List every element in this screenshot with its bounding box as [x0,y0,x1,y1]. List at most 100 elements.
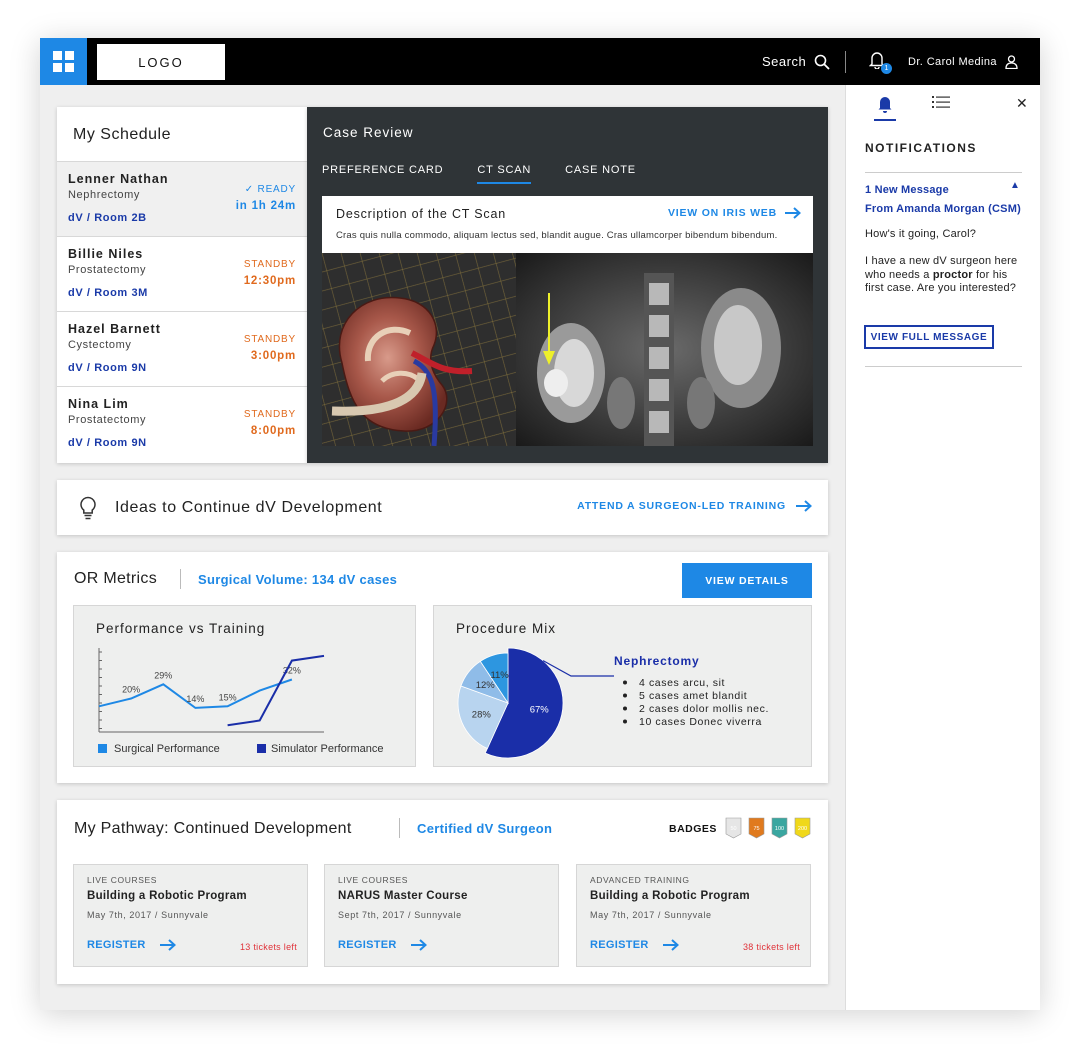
apps-menu-button[interactable] [40,38,87,85]
message-highlight: proctor [932,268,973,281]
schedule-item[interactable]: Billie Niles Prostatectomy dV / Room 3M … [57,236,307,311]
grid-icon [53,51,74,72]
badge-icon[interactable]: 50 [725,817,742,839]
tab-case-note[interactable]: CASE NOTE [565,164,636,184]
chevron-up-icon[interactable]: ▲ [1010,180,1020,191]
pie-bullet-item: 2 cases dolor mollis nec. [639,703,769,715]
logo: LOGO [97,44,225,80]
course-type: LIVE COURSES [338,875,409,885]
legend-label-surgical: Surgical Performance [114,743,220,755]
surgical-volume: Surgical Volume: 134 dV cases [198,572,398,587]
tab-notifications[interactable] [874,95,896,121]
notifications-heading: NOTIFICATIONS [865,141,977,155]
course-date: May 7th, 2017 / Sunnyvale [590,910,712,920]
list-icon [932,96,950,108]
pathway-card: My Pathway: Continued Development Certif… [57,800,828,984]
schedule-time: in 1h 24m [235,200,296,212]
bullet-dot [623,680,627,685]
kidney-model-image[interactable] [322,253,516,446]
pie-focus-label: Nephrectomy [614,654,700,668]
ct-images [322,253,813,446]
schedule-title: My Schedule [73,126,171,143]
bullet-dot [623,706,627,711]
pie-bullet-item: 5 cases amet blandit [639,690,747,702]
register-label: REGISTER [590,939,649,951]
room-label: dV / Room 3M [68,287,148,299]
pie-slice-label: 11% [490,670,509,681]
case-review-tabs: PREFERENCE CARD CT SCAN CASE NOTE [322,164,636,184]
user-name: Dr. Carol Medina [908,55,997,68]
ideas-card: Ideas to Continue dV Development ATTEND … [57,480,828,535]
procedure-mix-pie-chart: 67% 28% 12%11% Nephrectomy 4 cases arcu, sit… [457,647,769,759]
divider [865,366,1022,367]
schedule-item[interactable]: Lenner Nathan Nephrectomy dV / Room 2B ✓… [57,161,307,236]
message-sender: From Amanda Morgan (CSM) [865,203,1021,215]
certification-label: Certified dV Surgeon [417,821,553,836]
schedule-item[interactable]: Nina Lim Prostatectomy dV / Room 9N STAN… [57,386,307,461]
user-menu[interactable]: Dr. Carol Medina [908,38,1018,85]
view-on-iris-web-label: VIEW ON IRIS WEB [667,207,777,219]
register-button[interactable]: REGISTER [338,939,427,951]
course-name: Building a Robotic Program [590,890,750,902]
data-label: 14% [186,694,204,704]
tab-list[interactable] [930,95,952,121]
badge-icon[interactable]: 200 [794,817,811,839]
register-button[interactable]: REGISTER [590,939,679,951]
status-badge: STANDBY [243,334,296,345]
room-label: dV / Room 9N [68,437,147,449]
ct-scan-image[interactable] [516,253,813,446]
course-card: ADVANCED TRAINING Building a Robotic Pro… [576,864,811,967]
status-badge: ✓ READY [245,184,296,195]
divider [865,172,1022,173]
badge-label: 75 [753,826,759,832]
tab-ct-scan[interactable]: CT SCAN [477,164,532,184]
schedule-time: 8:00pm [250,425,296,437]
notifications-button[interactable]: 1 [868,51,892,74]
data-label: 15% [219,692,237,702]
bullet-dot [623,719,627,724]
schedule-time: 3:00pm [250,350,296,362]
view-on-iris-web-link[interactable]: VIEW ON IRIS WEB [668,207,801,219]
attend-training-link[interactable]: ATTEND A SURGEON-LED TRAINING [577,500,812,512]
register-label: REGISTER [87,939,146,951]
course-type: LIVE COURSES [87,875,158,885]
badges-label: BADGES [669,823,717,835]
new-message-count: 1 New Message [865,184,949,196]
divider [399,818,400,838]
performance-line-chart: 20%29%14% 15%32%Surgical Performance Simul… [98,648,384,755]
legend-swatch-surgical [98,744,107,753]
arrow-right-icon [785,207,801,219]
badge-icon[interactable]: 75 [748,817,765,839]
arrow-right-icon [796,500,812,512]
course-card: LIVE COURSES NARUS Master Course Sept 7t… [324,864,559,967]
status-badge: STANDBY [243,409,296,420]
performance-chart-panel: Performance vs Training 20% 29% 14% 15% 32% S… [73,605,416,767]
top-bar: LOGO Search 1 Dr. Carol Medina [40,38,1040,85]
badge-label: 100 [775,826,784,832]
pie-bullet-item: 10 cases Donec viverra [639,716,762,728]
schedule-item[interactable]: Hazel Barnett Cystectomy dV / Room 9N ST… [57,311,307,386]
view-full-message-button[interactable]: VIEW FULL MESSAGE [864,325,994,349]
ct-description-body: Cras quis nulla commodo, aliquam lectus … [336,230,778,241]
app-window: LOGO Search 1 Dr. Carol Medina My Schedu… [40,38,1040,1010]
register-label: REGISTER [338,939,397,951]
message-greeting: How's it going, Carol? [865,228,977,240]
procedure-mix-panel: Procedure Mix 67% 28% 12% 11% Nephrectomy 4 c… [433,605,812,767]
close-icon[interactable]: ✕ [1016,95,1028,112]
room-label: dV / Room 2B [68,212,147,224]
search-button[interactable]: Search [762,38,830,85]
pie-slice-label: 67% [530,705,550,716]
view-details-button[interactable]: VIEW DETAILS [682,563,812,598]
pie-bullet-item: 4 cases arcu, sit [639,677,725,689]
register-button[interactable]: REGISTER [87,939,176,951]
search-label: Search [762,54,807,69]
message-body: I have a new dV surgeon here who needs a… [865,255,1027,296]
arrow-right-icon [159,939,176,951]
notifications-tabs [874,95,952,121]
tab-preference-card[interactable]: PREFERENCE CARD [322,164,443,184]
pie-slice-label: 12% [476,680,496,691]
course-date: May 7th, 2017 / Sunnyvale [87,910,209,920]
bullet-dot [623,693,627,698]
badge-icon[interactable]: 100 [771,817,788,839]
or-metrics-card: OR Metrics Surgical Volume: 134 dV cases… [57,552,828,783]
